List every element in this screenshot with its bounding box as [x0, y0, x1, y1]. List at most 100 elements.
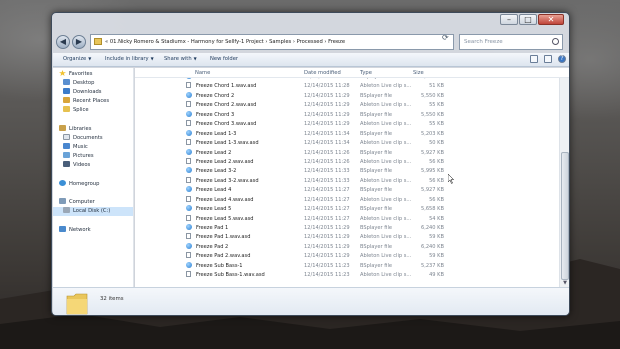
nav-favorites[interactable]: Favorites [59, 70, 92, 79]
column-type[interactable]: Type [360, 68, 372, 78]
file-type: Ableton Live clip s... [360, 272, 412, 279]
nav-item-pictures[interactable]: Pictures [63, 152, 94, 161]
file-date-modified: 12/14/2015 11:27 [304, 206, 350, 213]
asd-file-icon [186, 101, 191, 108]
file-row[interactable]: Freeze Sub Bass-1.wav.asd 12/14/2015 11:2… [135, 271, 557, 280]
asd-file-icon [186, 271, 191, 278]
desktop-icon [63, 79, 70, 85]
forward-arrow-icon[interactable]: ▶ [72, 35, 86, 49]
file-row[interactable]: Freeze Lead 3-2 12/14/2015 11:33 BSplayer … [135, 167, 557, 176]
organize-button[interactable]: Organize ▼ [63, 56, 91, 62]
file-row[interactable]: Freeze Lead 2.wav.asd 12/14/2015 11:26 Abl… [135, 157, 557, 167]
nav-item-documents[interactable]: Documents [63, 134, 103, 143]
file-date-modified: 12/14/2015 11:29 [304, 102, 350, 109]
minimize-button[interactable]: – [500, 14, 518, 25]
nav-item-recent-places[interactable]: Recent Places [63, 97, 109, 106]
maximize-button[interactable]: □ [519, 14, 537, 25]
refresh-icon[interactable]: ⟳ [442, 33, 449, 42]
scroll-down-icon[interactable]: ▼ [561, 279, 569, 287]
file-type: BSplayer file [360, 262, 393, 269]
file-type: Ableton Live clip s... [360, 234, 412, 241]
nav-item-downloads[interactable]: Downloads [63, 88, 102, 97]
command-bar: Organize ▼ Include in library ▼ Share with… [53, 53, 569, 67]
libraries-icon [59, 125, 66, 131]
file-row[interactable]: Freeze Chord 3.wav.asd 12/14/2015 11:29 Ab… [135, 120, 557, 129]
file-size: 5,927 KB [420, 149, 444, 156]
computer-icon [59, 198, 66, 204]
nav-computer[interactable]: Computer [59, 198, 95, 207]
nav-item-desktop[interactable]: Desktop [63, 79, 94, 88]
file-name: Freeze Lead 4.wav.asd [196, 196, 254, 203]
bsplayer-icon [186, 148, 192, 155]
file-row[interactable]: Freeze Chord 2 12/14/2015 11:29 BSplayer f… [135, 91, 557, 101]
nav-item-local-disk[interactable]: Local Disk (C:) [53, 207, 133, 216]
file-row[interactable]: Freeze Sub Bass-1 12/14/2015 11:23 BSplaye… [135, 261, 557, 271]
column-size[interactable]: Size [413, 68, 424, 78]
share-with-button[interactable]: Share with ▼ [164, 56, 197, 62]
include-in-library-label: Include in library [105, 56, 149, 62]
vertical-scrollbar[interactable]: ▲ ▼ [559, 68, 569, 287]
nav-network-label: Network [69, 227, 91, 233]
bsplayer-icon [186, 129, 192, 136]
nav-item-label: Documents [73, 135, 103, 141]
file-name: Freeze Lead 5 [196, 206, 232, 213]
file-row[interactable]: Freeze Pad 1 12/14/2015 11:29 BSplayer fil… [135, 224, 557, 233]
mouse-cursor-icon [448, 174, 454, 184]
share-with-label: Share with [164, 56, 192, 62]
file-type: Ableton Live clip s... [360, 121, 412, 128]
file-size: 6,240 KB [420, 225, 444, 231]
file-date-modified: 12/14/2015 11:33 [304, 177, 350, 184]
file-row[interactable]: Freeze Lead 3-2.wav.asd 12/14/2015 11:33 A… [135, 176, 557, 186]
videos-icon [63, 161, 70, 167]
file-name: Freeze Lead 3-2 [196, 168, 237, 175]
column-headers: Name Date modified Type Size [135, 68, 569, 78]
nav-computer-label: Computer [69, 199, 95, 205]
file-row[interactable]: Freeze Pad 1.wav.asd 12/14/2015 11:29 Able… [135, 233, 557, 242]
file-size: 5,995 KB [420, 168, 444, 175]
view-options-icon[interactable] [530, 55, 538, 63]
scrollbar-thumb[interactable] [561, 152, 569, 280]
file-row[interactable]: Freeze Lead 4.wav.asd 12/14/2015 11:27 Abl… [135, 195, 557, 205]
help-icon[interactable]: ? [558, 55, 566, 63]
nav-libraries[interactable]: Libraries [59, 125, 91, 134]
file-row[interactable]: Freeze Pad 2 12/14/2015 11:29 BSplayer fil… [135, 242, 557, 252]
asd-file-icon [186, 176, 191, 183]
file-name: Freeze Lead 5.wav.asd [196, 215, 254, 222]
address-row: ◀ ▶ « 01.Nicky Romero & Stadiumx - Harmo… [52, 32, 569, 52]
file-date-modified: 12/14/2015 11:34 [304, 130, 350, 137]
file-row[interactable]: Freeze Lead 1-3.wav.asd 12/14/2015 11:34 A… [135, 139, 557, 148]
new-folder-button[interactable]: New folder [210, 56, 238, 62]
file-date-modified: 12/14/2015 11:29 [304, 121, 350, 128]
column-name[interactable]: Name [195, 68, 210, 78]
preview-pane-icon[interactable] [544, 55, 552, 63]
close-button[interactable]: ✕ [538, 14, 564, 25]
file-row[interactable]: Freeze Pad 2.wav.asd 12/14/2015 11:29 Able… [135, 252, 557, 261]
file-size: 49 KB [429, 272, 444, 279]
nav-item-videos[interactable]: Videos [63, 161, 90, 170]
back-arrow-icon[interactable]: ◀ [56, 35, 70, 49]
file-name: Freeze Chord 3 [196, 111, 235, 118]
file-name: Freeze Lead 1-3.wav.asd [196, 140, 259, 147]
file-row[interactable]: Freeze Lead 2 12/14/2015 11:26 BSplayer fi… [135, 148, 557, 158]
address-bar[interactable]: « 01.Nicky Romero & Stadiumx - Harmony f… [90, 34, 454, 50]
nav-network[interactable]: Network [59, 226, 91, 235]
nav-homegroup[interactable]: Homegroup [59, 180, 99, 189]
file-row[interactable]: Freeze Chord 3 12/14/2015 11:29 BSplayer f… [135, 110, 557, 120]
nav-item-splice[interactable]: Splice [63, 106, 89, 115]
file-row[interactable]: Freeze Chord 2.wav.asd 12/14/2015 11:29 Ab… [135, 101, 557, 110]
nav-item-music[interactable]: Music [63, 143, 88, 152]
bsplayer-icon [186, 205, 192, 212]
search-input[interactable]: Search Freeze [459, 34, 563, 50]
file-row[interactable]: Freeze Chord 1.wav.asd 12/14/2015 11:28 Ab… [135, 82, 557, 91]
file-row[interactable]: Freeze Lead 1-3 12/14/2015 11:34 BSplayer … [135, 129, 557, 139]
file-size: 5,658 KB [420, 206, 444, 213]
file-row[interactable]: Freeze Lead 4 12/14/2015 11:27 BSplayer fi… [135, 186, 557, 195]
file-row[interactable]: Freeze Lead 5.wav.asd 12/14/2015 11:27 Abl… [135, 214, 557, 224]
file-row[interactable]: Freeze Lead 5 12/14/2015 11:27 BSplayer fi… [135, 205, 557, 214]
file-size: 5,237 KB [420, 262, 444, 269]
bsplayer-icon [186, 242, 192, 249]
file-size: 5,550 KB [420, 111, 444, 118]
column-date-modified[interactable]: Date modified [304, 68, 341, 78]
include-in-library-button[interactable]: Include in library ▼ [105, 56, 154, 62]
nav-libraries-label: Libraries [69, 126, 92, 132]
